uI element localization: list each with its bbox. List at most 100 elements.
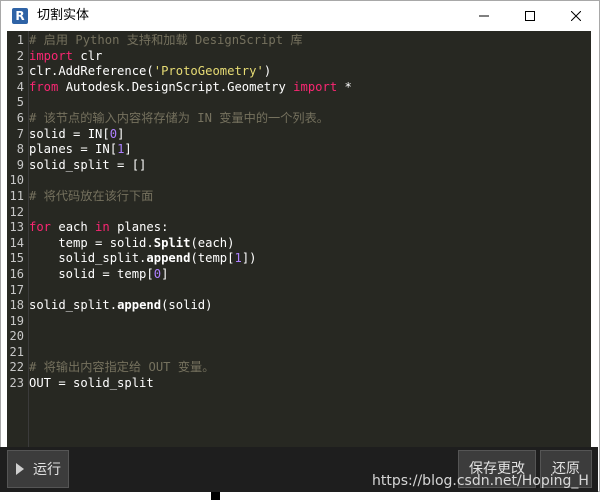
watermark-text: https://blog.csdn.net/Hoping_H [372,473,589,489]
code-text: for each in planes: [29,220,168,236]
code-token: clr [73,48,103,63]
code-line[interactable]: 20 [7,329,591,345]
code-line[interactable]: 5 [7,95,591,111]
code-token: # 该节点的输入内容将存储为 IN 变量中的一个列表。 [29,110,329,125]
line-number: 7 [16,126,24,141]
code-token: (each) [190,235,235,250]
line-number: 20 [9,329,24,344]
run-button[interactable]: 运行 [7,450,69,488]
code-line[interactable]: 18 solid_split.append(solid) [7,298,591,314]
code-token: ] [161,266,169,281]
code-token: import [29,48,74,63]
play-icon [16,463,24,475]
code-token: 0 [153,266,162,281]
line-number: 21 [9,344,24,359]
code-token: ) [263,64,272,79]
code-token: append [146,251,191,266]
code-token: clr.AddReference( [29,64,154,79]
window-title: 切割实体 [37,8,90,23]
code-token: planes: [109,220,169,235]
code-line[interactable]: 6 # 该节点的输入内容将存储为 IN 变量中的一个列表。 [7,111,591,127]
maximize-button[interactable] [507,1,553,31]
code-line[interactable]: 22 # 将输出内容指定给 OUT 变量。 [7,360,591,376]
code-line[interactable]: 3 clr.AddReference('ProtoGeometry') [7,64,591,80]
code-text: solid = IN[0] [29,127,124,143]
line-number: 14 [9,235,24,250]
code-line[interactable]: 9 solid_split = [] [7,158,591,174]
code-token: planes = IN[ [29,142,118,157]
code-token: ] [124,142,132,157]
code-text: clr.AddReference('ProtoGeometry') [29,64,271,80]
line-number: 3 [16,64,24,79]
code-line[interactable]: 14 temp = solid.Split(each) [7,236,591,252]
code-token: for [29,220,52,235]
code-text: # 该节点的输入内容将存储为 IN 变量中的一个列表。 [29,111,329,127]
code-text: from Autodesk.DesignScript.Geometry impo… [29,80,352,96]
line-number: 4 [16,79,24,94]
code-token: 1 [234,251,242,266]
code-token: solid_split = [] [29,157,147,172]
code-area[interactable]: 1 # 启用 Python 支持和加载 DesignScript 库 2 import… [7,33,591,392]
code-token: solid_split. [29,251,147,266]
line-number: 23 [9,376,24,391]
code-token: Autodesk.DesignScript.Geometry [58,79,294,94]
code-text: temp = solid.Split(each) [29,236,234,252]
line-number: 2 [16,48,24,63]
code-token: solid = temp[ [29,266,154,281]
code-text: # 启用 Python 支持和加载 DesignScript 库 [29,33,303,49]
line-number: 5 [16,95,24,110]
revit-app-icon: R [12,8,28,24]
title-bar[interactable]: R 切割实体 [1,1,599,31]
code-token: temp = solid. [29,235,154,250]
code-token: * [337,79,352,94]
line-number: 19 [9,313,24,328]
code-line[interactable]: 23 OUT = solid_split [7,376,591,392]
code-token: Split [153,235,191,250]
line-number: 9 [16,157,24,172]
code-line[interactable]: 1 # 启用 Python 支持和加载 DesignScript 库 [7,33,591,49]
line-number: 16 [9,266,24,281]
code-line[interactable]: 15 solid_split.append(temp[1]) [7,251,591,267]
code-line[interactable]: 12 [7,205,591,221]
code-line[interactable]: 2 import clr [7,49,591,65]
code-token: 'ProtoGeometry' [153,64,264,79]
code-line[interactable]: 7 solid = IN[0] [7,127,591,143]
line-number: 22 [9,360,24,375]
maximize-icon [525,11,535,21]
code-text: solid_split.append(solid) [29,298,212,314]
background-mark [211,492,220,500]
code-token: import [293,79,338,94]
code-token: # 将代码放在该行下面 [29,188,154,203]
code-editor[interactable]: 1 # 启用 Python 支持和加载 DesignScript 库 2 import… [7,31,591,448]
code-text: solid_split.append(temp[1]) [29,251,256,267]
code-line[interactable]: 21 [7,345,591,361]
code-line[interactable]: 4 from Autodesk.DesignScript.Geometry imp… [7,80,591,96]
code-line[interactable]: 19 [7,314,591,330]
code-line[interactable]: 10 [7,173,591,189]
line-number: 12 [9,204,24,219]
code-line[interactable]: 11 # 将代码放在该行下面 [7,189,591,205]
line-number: 6 [16,110,24,125]
line-number: 1 [16,33,24,47]
minimize-button[interactable] [461,1,507,31]
line-number: 8 [16,142,24,157]
code-token: (solid) [161,298,213,313]
code-text: solid = temp[0] [29,267,168,283]
code-text: OUT = solid_split [29,376,154,392]
close-button[interactable] [553,1,599,31]
code-token: each [51,220,96,235]
code-token: OUT = solid_split [29,376,154,391]
line-number: 15 [9,251,24,266]
code-token: solid = IN[ [29,126,110,141]
code-token: from [29,79,59,94]
code-token: # 启用 Python 支持和加载 DesignScript 库 [29,33,303,47]
code-line[interactable]: 17 [7,283,591,299]
code-line[interactable]: 8 planes = IN[1] [7,142,591,158]
script-editor-window: R 切割实体 1 # 启用 Python 支持和加载 DesignScript 库… [0,0,600,492]
code-line[interactable]: 13 for each in planes: [7,220,591,236]
line-number: 17 [9,282,24,297]
background-strip [0,492,600,500]
line-number: 10 [9,173,24,188]
code-line[interactable]: 16 solid = temp[0] [7,267,591,283]
line-number: 11 [9,188,24,203]
